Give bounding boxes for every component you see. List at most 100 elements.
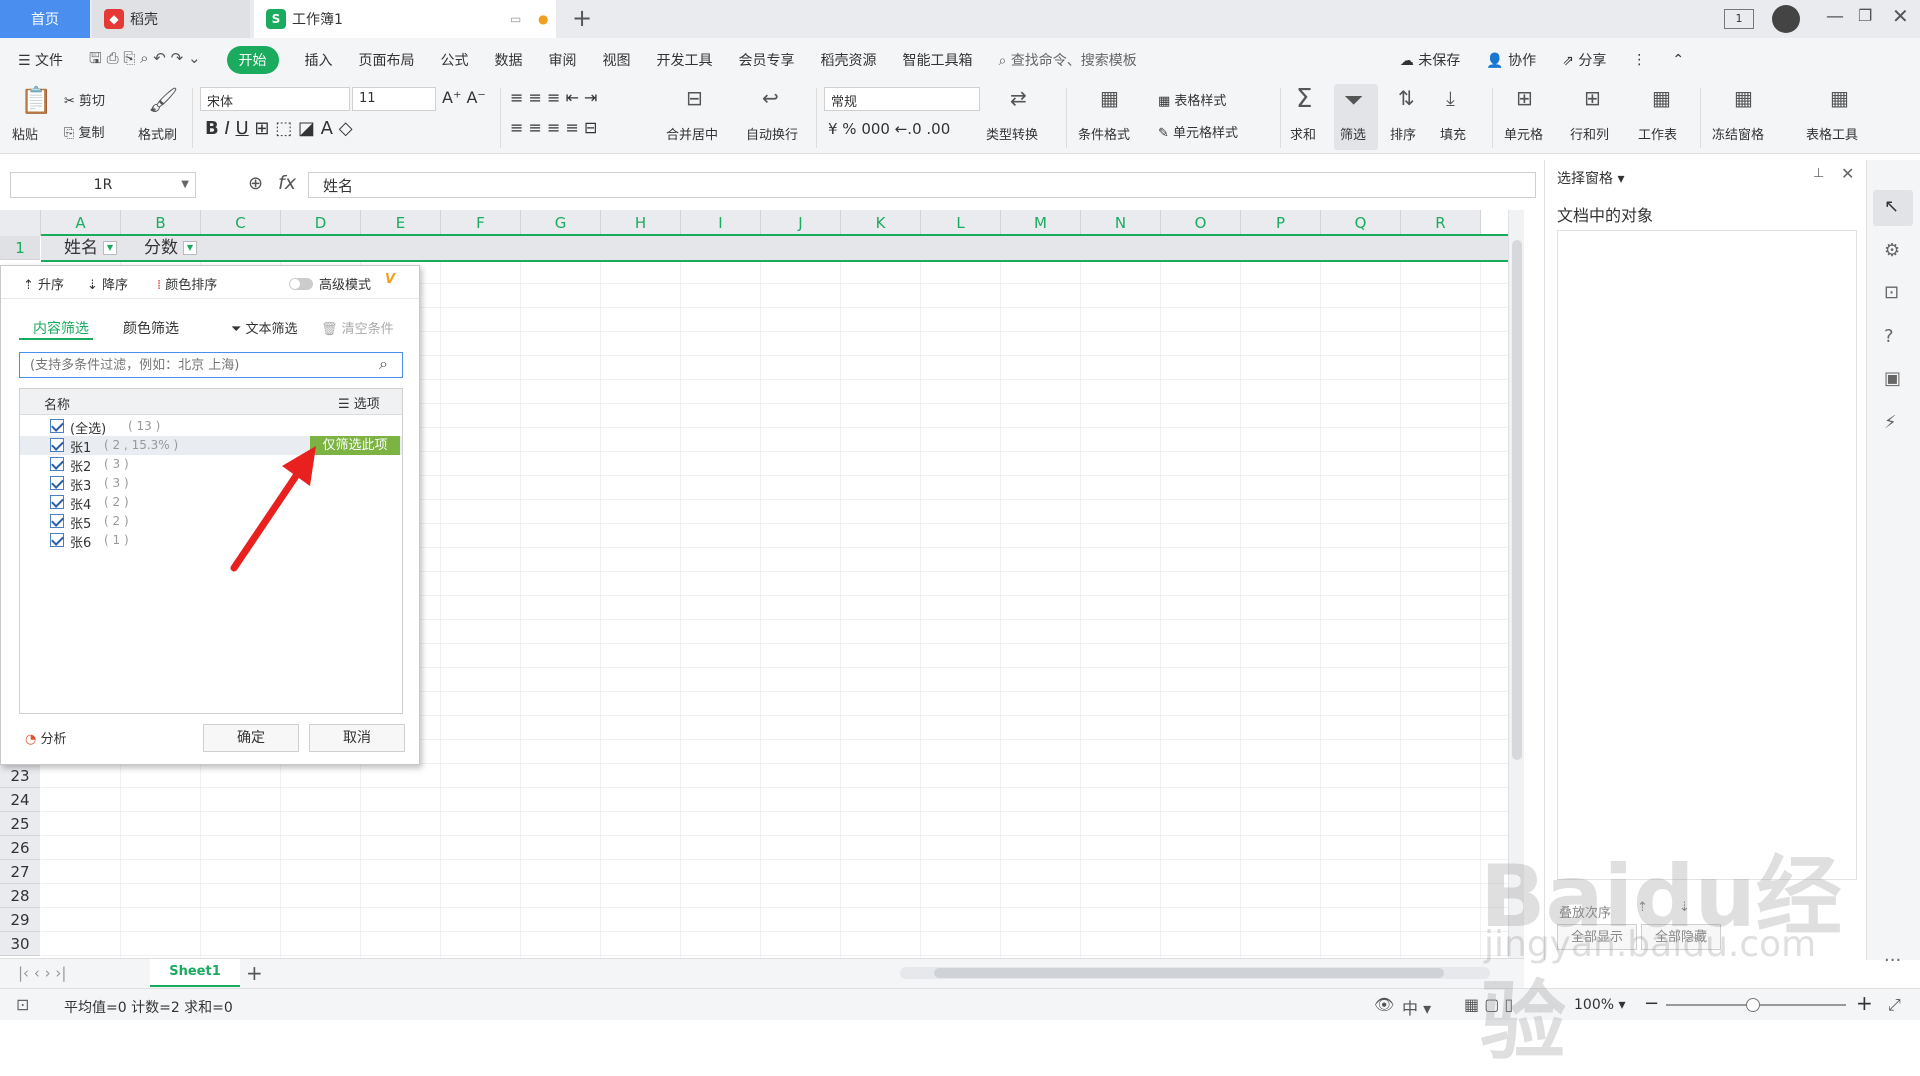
monitor-icon[interactable]: ▭: [510, 12, 521, 26]
column-header[interactable]: R: [1401, 210, 1481, 236]
freeze-icon[interactable]: ▦: [1734, 86, 1753, 110]
column-header[interactable]: I: [681, 210, 761, 236]
merge-center-button[interactable]: 合并居中: [666, 124, 718, 143]
new-tab-icon[interactable]: +: [572, 4, 592, 32]
checkbox[interactable]: [50, 419, 64, 433]
close-icon[interactable]: ✕: [1892, 4, 1909, 28]
ok-button[interactable]: 确定: [203, 724, 299, 752]
row-header[interactable]: 25: [0, 812, 40, 836]
horizontal-scrollbar[interactable]: [900, 967, 1490, 979]
scrollbar-thumb[interactable]: [1512, 240, 1522, 760]
hscroll-thumb[interactable]: [934, 968, 1444, 978]
name-box[interactable]: 1R ▼: [10, 172, 196, 198]
copy-button[interactable]: ⎘ 复制: [64, 122, 105, 141]
checkbox[interactable]: [50, 457, 64, 471]
cell-b1[interactable]: 分数 ▼: [121, 236, 201, 260]
list-item[interactable]: 张3 ( 3 ): [20, 474, 402, 494]
sum-icon[interactable]: Σ: [1296, 84, 1312, 114]
tab-home[interactable]: 首页: [0, 0, 90, 38]
menu-developer[interactable]: 开发工具: [657, 50, 713, 70]
column-header[interactable]: N: [1081, 210, 1161, 236]
paste-icon[interactable]: 📋: [20, 86, 52, 116]
number-format-icons[interactable]: ¥ % 000 ←.0 .00: [828, 120, 950, 138]
row-col-icon[interactable]: ⊞: [1584, 86, 1601, 110]
paste-button[interactable]: 粘贴: [12, 124, 38, 143]
unsaved-button[interactable]: ☁ 未保存: [1400, 50, 1460, 70]
list-item[interactable]: (全选) ( 13 ): [20, 417, 402, 437]
sort-desc-button[interactable]: ⇣ 降序: [87, 274, 128, 293]
row-header[interactable]: 30: [0, 932, 40, 956]
menu-home[interactable]: 开始: [226, 46, 279, 74]
list-item[interactable]: 张5 ( 2 ): [20, 512, 402, 532]
zoom-formula-icon[interactable]: ⊕: [248, 173, 263, 194]
row-header[interactable]: 27: [0, 860, 40, 884]
share-button[interactable]: ⇗ 分享: [1562, 50, 1606, 70]
window-layout-icon[interactable]: 1: [1724, 9, 1754, 29]
menu-member[interactable]: 会员专享: [739, 50, 795, 70]
checkbox[interactable]: [50, 476, 64, 490]
table-style-button[interactable]: ▦ 表格样式: [1158, 90, 1226, 109]
row-header[interactable]: 29: [0, 908, 40, 932]
format-painter-button[interactable]: 格式刷: [138, 124, 177, 143]
formula-input[interactable]: 姓名: [308, 172, 1536, 198]
column-header[interactable]: M: [1001, 210, 1081, 236]
lightning-icon[interactable]: ⚡: [1884, 412, 1897, 433]
objects-list[interactable]: [1557, 230, 1857, 880]
number-format-select[interactable]: 常规: [824, 87, 980, 111]
minimize-icon[interactable]: —: [1826, 6, 1844, 27]
freeze-button[interactable]: 冻结窗格: [1712, 124, 1764, 143]
text-filter-button[interactable]: ⏷ 文本筛选: [231, 318, 298, 337]
align-top-icons[interactable]: ≡ ≡ ≡ ⇤ ⇥: [510, 88, 597, 107]
column-header[interactable]: D: [281, 210, 361, 236]
menu-review[interactable]: 审阅: [549, 50, 577, 70]
align-horizontal-icons[interactable]: ≡ ≡ ≡ ≡ ⊟: [510, 118, 597, 137]
sheet-nav-icons[interactable]: |‹ ‹ › ›|: [18, 964, 66, 982]
quick-access-icons[interactable]: 🖫 ⎙ ⎘ ⌕ ↶ ↷ ⌄: [89, 48, 201, 73]
command-search[interactable]: ⌕ 查找命令、搜索模板: [999, 50, 1137, 70]
sheet-tab-sheet1[interactable]: Sheet1: [150, 959, 240, 987]
column-header[interactable]: O: [1161, 210, 1241, 236]
cell-icon[interactable]: ⊞: [1516, 86, 1533, 110]
menu-daoke-resources[interactable]: 稻壳资源: [821, 50, 877, 70]
fill-icon[interactable]: ⤓: [1446, 86, 1455, 110]
sort-button[interactable]: 排序: [1390, 124, 1416, 143]
cursor-icon[interactable]: ↖: [1884, 196, 1899, 217]
row-col-button[interactable]: 行和列: [1570, 124, 1609, 143]
cell-style-button[interactable]: ✎ 单元格样式: [1158, 122, 1238, 141]
sum-button[interactable]: 求和: [1290, 124, 1316, 143]
merge-center-icon[interactable]: ⊟: [686, 86, 703, 110]
row-header[interactable]: 28: [0, 884, 40, 908]
menu-smart-toolbox[interactable]: 智能工具箱: [903, 50, 973, 70]
advanced-toggle[interactable]: [289, 278, 313, 290]
tab-content-filter[interactable]: 内容筛选: [33, 318, 89, 338]
analysis-button[interactable]: ◔ 分析: [25, 728, 67, 747]
select-all-corner[interactable]: [0, 210, 41, 236]
font-grow-shrink-icons[interactable]: A⁺ A⁻: [442, 88, 486, 107]
eye-protect-icon[interactable]: 👁: [1374, 995, 1394, 1014]
font-size-select[interactable]: 11: [352, 87, 436, 111]
filter-dropdown-icon[interactable]: ▼: [103, 241, 117, 255]
clear-conditions-button[interactable]: 🗑 清空条件: [321, 318, 394, 337]
tab-daoke[interactable]: ◆ 稻壳: [92, 0, 250, 38]
column-header[interactable]: J: [761, 210, 841, 236]
filter-icon[interactable]: ⏷: [1344, 86, 1363, 114]
pin-icon[interactable]: ⊥: [1813, 166, 1824, 181]
auto-wrap-icon[interactable]: ↩: [762, 86, 779, 110]
column-header[interactable]: H: [601, 210, 681, 236]
color-sort-button[interactable]: ⁞ 颜色排序: [157, 274, 217, 293]
tab-color-filter[interactable]: 颜色筛选: [123, 318, 179, 338]
settings-sliders-icon[interactable]: ⚙: [1884, 240, 1900, 261]
fx-icon[interactable]: fx: [278, 172, 296, 194]
selection-pane-title[interactable]: 选择窗格 ▾: [1557, 168, 1624, 188]
cell-a1[interactable]: 姓名 ▼: [41, 236, 121, 260]
worksheet-button[interactable]: 工作表: [1638, 124, 1677, 143]
column-header[interactable]: E: [361, 210, 441, 236]
cut-button[interactable]: ✂ 剪切: [64, 90, 105, 109]
format-painter-icon[interactable]: 🖌: [148, 86, 178, 114]
avatar[interactable]: [1772, 5, 1800, 33]
table-tool-button[interactable]: 表格工具: [1806, 124, 1858, 143]
filter-button[interactable]: 筛选: [1340, 124, 1366, 143]
type-convert-button[interactable]: 类型转换: [986, 124, 1038, 143]
column-header[interactable]: P: [1241, 210, 1321, 236]
list-item[interactable]: 张1( 2 , 15.3% ) 仅筛选此项: [20, 436, 402, 456]
